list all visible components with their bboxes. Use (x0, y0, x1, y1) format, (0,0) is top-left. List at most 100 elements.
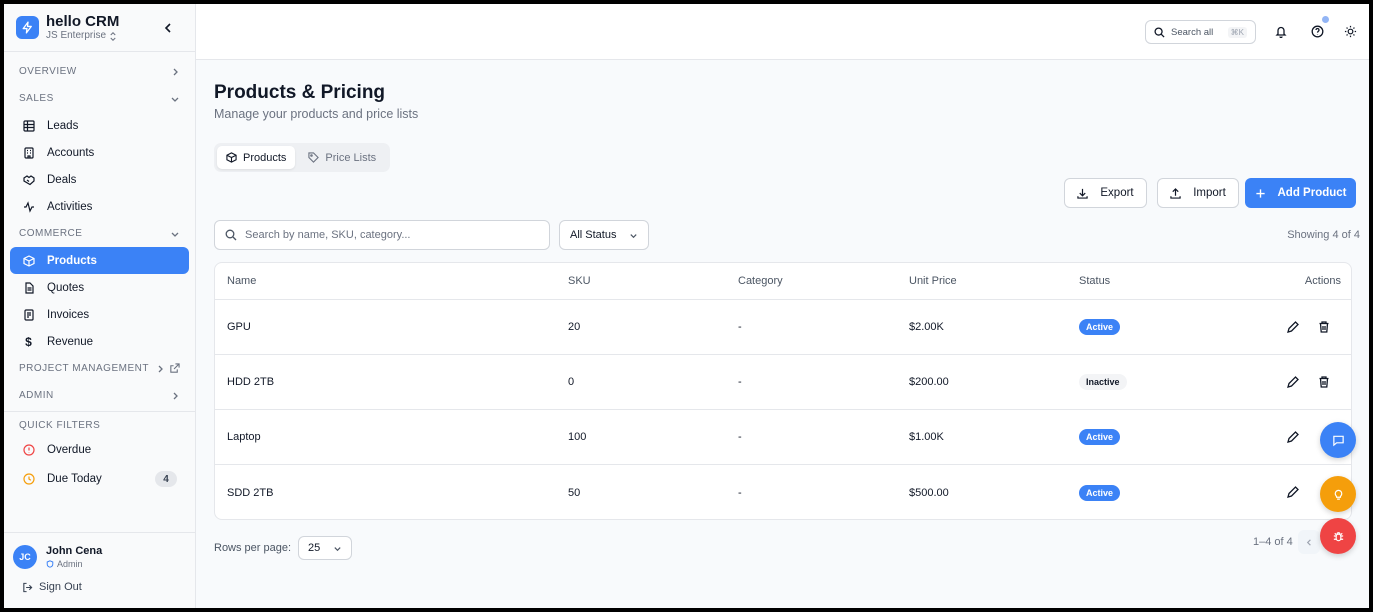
product-search-input[interactable]: Search by name, SKU, category... (214, 220, 550, 250)
avatar[interactable]: JC (13, 545, 37, 569)
help-icon[interactable] (1310, 24, 1324, 38)
section-overview-label: OVERVIEW (19, 66, 77, 77)
table-header: Name SKU Category Unit Price Status Acti… (215, 263, 1351, 300)
product-sku: 50 (568, 486, 581, 499)
collapse-sidebar-icon[interactable] (161, 21, 175, 35)
section-admin[interactable]: ADMIN (10, 382, 189, 409)
column-header-sku[interactable]: SKU (568, 275, 591, 287)
count-badge: 4 (155, 471, 177, 487)
previous-page-button[interactable] (1298, 530, 1320, 554)
chat-fab-button[interactable] (1320, 422, 1356, 458)
product-category: - (738, 486, 742, 499)
edit-icon[interactable] (1286, 320, 1300, 334)
search-placeholder: Search by name, SKU, category... (245, 229, 411, 241)
pagination-range: 1–4 of 4 (1253, 536, 1293, 548)
top-header: Search all ⌘K (196, 4, 1369, 60)
edit-icon[interactable] (1286, 375, 1300, 389)
section-project-management-label: PROJECT MANAGEMENT (19, 363, 149, 374)
column-header-status[interactable]: Status (1079, 275, 1110, 287)
product-sku: 100 (568, 431, 587, 443)
rows-per-page-label: Rows per page: (214, 542, 292, 554)
product-category: - (738, 376, 742, 388)
product-name: SDD 2TB (227, 486, 274, 499)
quick-filter-label: Due Today (47, 473, 102, 485)
quick-filter-due-today[interactable]: Due Today 4 (10, 463, 189, 495)
page-title: Products & Pricing (214, 82, 386, 103)
edit-icon[interactable] (1286, 485, 1300, 499)
sidebar-item-leads[interactable]: Leads (10, 112, 189, 139)
chevron-right-icon (173, 68, 178, 75)
table-row[interactable]: HDD 2TB 0 - $200.00 Inactive (215, 355, 1351, 410)
rows-per-page-select[interactable]: 25 (298, 536, 353, 560)
edit-icon[interactable] (1286, 430, 1300, 444)
product-sku: 0 (568, 376, 575, 388)
table-row[interactable]: Laptop 100 - $1.00K Active (215, 410, 1351, 465)
sidebar-item-label: Products (47, 254, 97, 267)
external-link-icon[interactable] (169, 363, 180, 374)
table-row[interactable]: SDD 2TB 50 - $500.00 Active (215, 465, 1351, 519)
section-commerce[interactable]: COMMERCE (10, 220, 189, 247)
sidebar-item-products[interactable]: Products (10, 247, 189, 274)
global-search-button[interactable]: Search all ⌘K (1145, 20, 1256, 44)
sign-out-button[interactable]: Sign Out (22, 581, 82, 593)
column-header-unit-price[interactable]: Unit Price (909, 275, 957, 287)
status-filter-select[interactable]: All Status (559, 220, 649, 250)
import-button[interactable]: Import (1157, 178, 1239, 208)
products-table: Name SKU Category Unit Price Status Acti… (214, 262, 1352, 520)
shield-icon (46, 560, 54, 568)
status-badge: Active (1079, 429, 1121, 445)
import-label: Import (1193, 187, 1226, 199)
sign-out-label: Sign Out (39, 581, 82, 593)
user-panel: JC John Cena Admin Sign Out (4, 532, 195, 608)
export-button[interactable]: Export (1064, 178, 1147, 208)
user-name: John Cena (46, 545, 103, 557)
tab-bar: Products Price Lists (214, 143, 390, 172)
org-switcher[interactable]: JS Enterprise (46, 30, 119, 42)
quick-filter-label: Overdue (47, 443, 92, 456)
sidebar-item-accounts[interactable]: Accounts (10, 139, 189, 166)
bug-report-fab-button[interactable] (1320, 518, 1356, 554)
section-sales-label: SALES (19, 93, 54, 104)
sidebar-item-label: Quotes (47, 281, 85, 294)
sidebar-item-quotes[interactable]: Quotes (10, 274, 189, 301)
page-subtitle: Manage your products and price lists (214, 107, 419, 121)
main-content: Products & Pricing Manage your products … (196, 60, 1369, 608)
sidebar-item-label: Accounts (47, 146, 95, 159)
sidebar-item-revenue[interactable]: $ Revenue (10, 328, 189, 355)
sidebar-item-activities[interactable]: Activities (10, 193, 189, 220)
trash-icon[interactable] (1317, 375, 1331, 389)
activity-icon (22, 200, 35, 213)
trash-icon[interactable] (1317, 320, 1331, 334)
app-name: hello CRM (46, 13, 120, 30)
bell-icon[interactable] (1274, 24, 1288, 38)
tab-label: Price Lists (325, 151, 377, 164)
divider (4, 411, 195, 412)
ideas-fab-button[interactable] (1320, 476, 1356, 512)
tab-price-lists[interactable]: Price Lists (299, 146, 385, 169)
section-sales[interactable]: SALES (10, 85, 189, 112)
sidebar-item-invoices[interactable]: Invoices (10, 301, 189, 328)
section-project-management[interactable]: PROJECT MANAGEMENT (10, 355, 189, 382)
section-overview[interactable]: OVERVIEW (10, 58, 189, 85)
sidebar-item-label: Activities (47, 200, 93, 213)
tab-products[interactable]: Products (217, 146, 296, 169)
sidebar-item-deals[interactable]: Deals (10, 166, 189, 193)
sidebar-item-label: Revenue (47, 335, 94, 348)
tab-label: Products (243, 151, 287, 164)
product-name: GPU (227, 321, 251, 333)
table-row[interactable]: GPU 20 - $2.00K Active (215, 300, 1351, 355)
column-header-name[interactable]: Name (227, 275, 256, 287)
status-badge: Inactive (1079, 374, 1127, 390)
quick-filter-overdue[interactable]: Overdue (10, 436, 189, 463)
chevron-right-icon (173, 392, 178, 399)
app-window: hello CRM JS Enterprise OVERVIEW SALES L… (4, 4, 1369, 608)
package-icon (22, 254, 35, 267)
section-commerce-label: COMMERCE (19, 228, 83, 239)
product-category: - (738, 321, 742, 333)
sun-icon[interactable] (1343, 24, 1357, 38)
add-product-button[interactable]: Add Product (1245, 178, 1356, 208)
column-header-category[interactable]: Category (738, 275, 783, 287)
dollar-icon: $ (25, 334, 32, 349)
org-name: JS Enterprise (46, 30, 107, 41)
search-icon (225, 229, 237, 241)
